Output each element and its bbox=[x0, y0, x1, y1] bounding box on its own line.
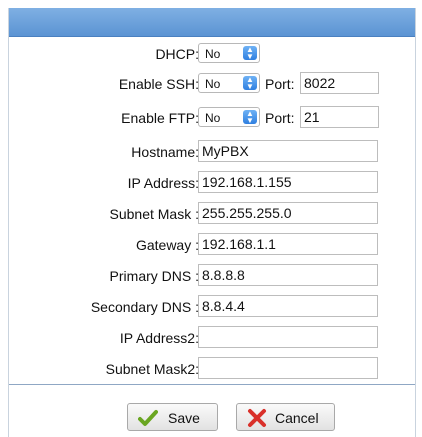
ip-address2-label: IP Address2: bbox=[119, 330, 199, 346]
gateway-row: Gateway : bbox=[9, 233, 415, 257]
form-divider bbox=[9, 384, 415, 385]
network-settings-panel: DHCP: No ▲▼ Enable SSH: No ▲▼ Port: Enab… bbox=[8, 8, 416, 437]
ssh-port-input[interactable] bbox=[300, 72, 379, 94]
subnet-mask-input[interactable] bbox=[198, 202, 378, 224]
dhcp-label: DHCP: bbox=[155, 46, 199, 62]
enable-ssh-select-value: No bbox=[205, 77, 221, 91]
ssh-row: Enable SSH: No ▲ ▼ Port: bbox=[9, 72, 415, 96]
secondary-dns-input[interactable] bbox=[198, 295, 378, 317]
ip-address-label: IP Address: bbox=[127, 175, 199, 191]
hostname-row: Hostname: bbox=[9, 140, 415, 164]
ftp-port-input[interactable] bbox=[300, 106, 379, 128]
enable-ssh-select[interactable]: No ▲ ▼ bbox=[198, 73, 260, 93]
panel-titlebar bbox=[9, 8, 415, 37]
ftp-row: Enable FTP: No ▲ ▼ Port: bbox=[9, 106, 415, 130]
enable-ftp-select-value: No bbox=[205, 111, 221, 125]
primary-dns-row: Primary DNS : bbox=[9, 264, 415, 288]
enable-ssh-label: Enable SSH: bbox=[118, 76, 199, 92]
select-arrows-icon: ▲ ▼ bbox=[243, 110, 257, 125]
cancel-button[interactable]: Cancel bbox=[236, 403, 335, 431]
ip-address2-input[interactable] bbox=[198, 326, 378, 348]
gateway-label: Gateway : bbox=[135, 237, 199, 253]
cancel-button-label: Cancel bbox=[275, 410, 319, 426]
primary-dns-label: Primary DNS : bbox=[109, 268, 199, 284]
subnet-mask2-label: Subnet Mask2: bbox=[105, 361, 199, 377]
ip-address2-row: IP Address2: bbox=[9, 326, 415, 350]
ftp-port-label: Port: bbox=[265, 110, 295, 126]
subnet-mask2-input[interactable] bbox=[198, 357, 378, 379]
hostname-input[interactable] bbox=[198, 140, 378, 162]
hostname-label: Hostname: bbox=[131, 144, 199, 160]
ip-address-row: IP Address: bbox=[9, 171, 415, 195]
subnet-mask-row: Subnet Mask : bbox=[9, 202, 415, 226]
ip-address-input[interactable] bbox=[198, 171, 378, 193]
red-x-icon bbox=[248, 409, 266, 427]
gateway-input[interactable] bbox=[198, 233, 378, 255]
dhcp-row: DHCP: No ▲ ▼ bbox=[9, 42, 415, 66]
secondary-dns-label: Secondary DNS : bbox=[90, 299, 199, 315]
subnet-mask2-row: Subnet Mask2: bbox=[9, 357, 415, 381]
enable-ftp-label: Enable FTP: bbox=[121, 110, 199, 126]
dhcp-select[interactable]: No ▲ ▼ bbox=[198, 43, 260, 63]
select-arrows-icon: ▲ ▼ bbox=[243, 76, 257, 91]
ssh-port-label: Port: bbox=[265, 76, 295, 92]
save-button-label: Save bbox=[168, 410, 200, 426]
dhcp-select-value: No bbox=[205, 47, 221, 61]
save-button[interactable]: Save bbox=[127, 403, 218, 431]
enable-ftp-select[interactable]: No ▲ ▼ bbox=[198, 107, 260, 127]
select-arrows-icon: ▲ ▼ bbox=[243, 46, 257, 61]
subnet-mask-label: Subnet Mask : bbox=[109, 206, 200, 222]
secondary-dns-row: Secondary DNS : bbox=[9, 295, 415, 319]
checkmark-icon bbox=[138, 410, 158, 426]
primary-dns-input[interactable] bbox=[198, 264, 378, 286]
